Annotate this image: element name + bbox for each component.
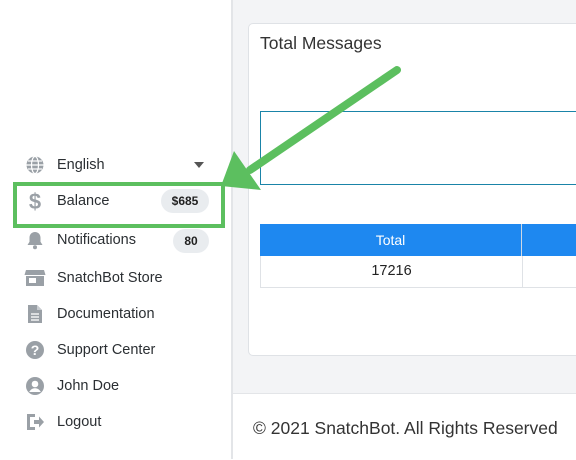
card-title: Total Messages: [260, 33, 382, 53]
bell-icon: [24, 229, 46, 251]
table-cell-total: 17216: [261, 256, 523, 287]
table-header: Total: [260, 224, 576, 256]
language-selector[interactable]: English: [0, 147, 231, 183]
globe-icon: [24, 154, 46, 176]
document-icon: [24, 303, 46, 325]
sidebar-item-label: SnatchBot Store: [57, 270, 163, 286]
footer: © 2021 SnatchBot. All Rights Reserved: [233, 393, 576, 460]
table-row: 17216: [260, 256, 576, 288]
logout-icon: [24, 411, 46, 433]
notifications-badge: 80: [173, 229, 209, 253]
sidebar-item-support[interactable]: ? Support Center: [0, 332, 231, 368]
sidebar-item-label: John Doe: [57, 378, 120, 394]
chevron-down-icon[interactable]: [194, 162, 204, 168]
sidebar-item-label: Notifications: [57, 232, 136, 248]
sidebar-item-user[interactable]: John Doe: [0, 368, 231, 404]
column-header-total: Total: [260, 224, 522, 256]
store-icon: [24, 267, 46, 289]
sidebar-item-label: Documentation: [57, 306, 155, 322]
sidebar-item-documentation[interactable]: Documentation: [0, 296, 231, 332]
sidebar-item-store[interactable]: SnatchBot Store: [0, 260, 231, 296]
balance-highlight-box: [13, 182, 225, 228]
total-messages-card: Total Messages Total 17216: [248, 23, 576, 356]
chart-area: [260, 111, 576, 185]
svg-text:?: ?: [31, 342, 40, 358]
sidebar-item-label: Support Center: [57, 342, 156, 358]
language-label: English: [57, 157, 105, 173]
sidebar-item-label: Logout: [57, 414, 102, 430]
question-icon: ?: [24, 339, 46, 361]
user-icon: [24, 375, 46, 397]
sidebar-item-logout[interactable]: Logout: [0, 404, 231, 440]
sidebar: English $ Balance $685 Notifications 80 …: [0, 0, 233, 459]
copyright-text: © 2021 SnatchBot. All Rights Reserved: [253, 418, 558, 438]
